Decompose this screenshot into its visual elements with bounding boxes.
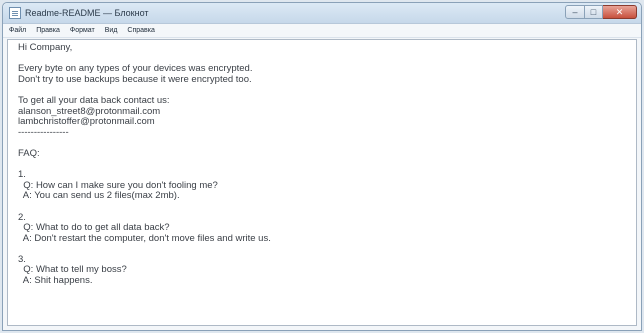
window-title: Readme-README — Блокнот [25, 8, 149, 18]
text-line: Hi Company, [18, 42, 73, 53]
text-line: A: You can send us 2 files(max 2mb). [18, 190, 180, 202]
maximize-button[interactable]: □ [585, 5, 603, 19]
caption-buttons: – □ ✕ [565, 5, 637, 19]
notepad-icon [9, 7, 21, 19]
notepad-window: Readme-README — Блокнот – □ ✕ Файл Правк… [2, 2, 642, 331]
text-line: A: Shit happens. [18, 275, 93, 287]
text-line [18, 138, 626, 149]
close-icon: ✕ [615, 6, 624, 17]
text-line: ---------------- [18, 126, 69, 138]
maximize-icon: □ [590, 7, 597, 17]
text-line: FAQ: [18, 147, 40, 159]
text-line [18, 244, 626, 255]
text-line: Don't try to use backups because it were… [18, 73, 252, 85]
close-button[interactable]: ✕ [603, 5, 637, 19]
menu-view[interactable]: Вид [105, 27, 118, 34]
minimize-button[interactable]: – [565, 5, 585, 19]
menu-format[interactable]: Формат [70, 27, 95, 34]
menu-edit[interactable]: Правка [36, 27, 60, 34]
text-editor-area[interactable]: Hi Company, Every byte on any types of y… [7, 39, 637, 326]
text-line: Q: What to tell my boss? [18, 264, 127, 276]
document-text: Hi Company, Every byte on any types of y… [8, 40, 636, 290]
menu-file[interactable]: Файл [9, 27, 26, 34]
menu-help[interactable]: Справка [127, 27, 154, 34]
text-line [18, 160, 626, 171]
title-bar[interactable]: Readme-README — Блокнот – □ ✕ [3, 3, 641, 24]
minimize-icon: – [572, 7, 578, 17]
text-line: To get all your data back contact us: [18, 94, 170, 106]
text-line: A: Don't restart the computer, don't mov… [18, 232, 271, 244]
text-line [18, 202, 626, 213]
menu-bar: Файл Правка Формат Вид Справка [3, 24, 641, 38]
text-line: lambchristoffer@protonmail.com [18, 116, 155, 128]
